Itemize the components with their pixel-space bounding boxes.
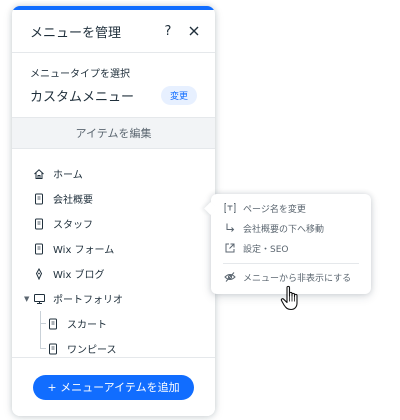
page-icon [32, 242, 46, 256]
menu-item-staff[interactable]: スタッフ [12, 211, 215, 236]
panel-footer: + メニューアイテムを追加 [12, 357, 215, 416]
menu-item-label: ホーム [53, 170, 83, 181]
close-button[interactable] [183, 20, 205, 42]
menu-item-label: Wix フォーム [53, 245, 115, 256]
menu-items-list: ホーム 会社概要 スタッフ Wix フォーム Wix ブログ ▼ ポートフォリオ… [12, 149, 215, 361]
context-menu-divider [223, 263, 359, 264]
question-mark-icon: ? [164, 23, 172, 39]
menu-item-label: スタッフ [53, 220, 93, 231]
panel-header: メニューを管理 ? [12, 10, 215, 52]
menu-item-home[interactable]: ホーム [12, 161, 215, 186]
menu-type-label: メニュータイプを選択 [30, 69, 130, 80]
rename-page-option[interactable]: ページ名を変更 [211, 198, 371, 218]
move-under-icon [224, 222, 236, 234]
menu-type-value: カスタムメニュー [30, 90, 135, 105]
settings-seo-label: 設定・SEO [243, 244, 289, 255]
move-under-option[interactable]: 会社概要の下へ移動 [211, 218, 371, 238]
submenu-tree-branch [40, 323, 46, 324]
menu-item-label: ポートフォリオ [53, 295, 123, 306]
submenu-tree-branch [40, 348, 46, 349]
page-icon [46, 342, 60, 356]
collapse-caret-icon[interactable]: ▼ [24, 295, 29, 303]
page-icon [46, 317, 60, 331]
move-under-label: 会社概要の下へ移動 [243, 224, 325, 235]
edit-items-bar: アイテムを編集 [12, 117, 215, 149]
portfolio-icon [32, 292, 46, 306]
page-icon [32, 217, 46, 231]
settings-seo-option[interactable]: 設定・SEO [211, 238, 371, 258]
menu-item-wix-blog[interactable]: Wix ブログ [12, 261, 215, 286]
menu-item-portfolio[interactable]: ▼ ポートフォリオ [12, 286, 215, 311]
submenu-tree-line [40, 311, 41, 349]
menu-item-about[interactable]: 会社概要 [12, 186, 215, 211]
manage-menu-panel: メニューを管理 ? メニュータイプを選択 カスタムメニュー 変更 アイテムを編集… [12, 6, 215, 416]
page-icon [32, 192, 46, 206]
rename-page-label: ページ名を変更 [243, 204, 306, 215]
hand-pointer-cursor-icon [280, 285, 298, 311]
close-icon [189, 26, 199, 36]
menu-item-wix-forms[interactable]: Wix フォーム [12, 236, 215, 261]
change-menu-type-button[interactable]: 変更 [160, 86, 197, 105]
add-menu-item-button[interactable]: + メニューアイテムを追加 [33, 374, 194, 400]
menu-item-label: ワンピース [67, 345, 117, 356]
menu-type-section: メニュータイプを選択 カスタムメニュー 変更 [12, 53, 215, 117]
hide-from-menu-label: メニューから非表示にする [243, 273, 352, 284]
help-button[interactable]: ? [157, 20, 179, 42]
menu-item-label: 会社概要 [53, 195, 93, 206]
menu-item-label: Wix ブログ [53, 270, 105, 281]
eye-off-icon [224, 271, 236, 283]
edit-items-label: アイテムを編集 [75, 127, 152, 140]
rename-icon [224, 202, 236, 214]
external-link-icon [224, 242, 236, 254]
blog-icon [32, 267, 46, 281]
menu-item-label: スカート [67, 320, 107, 331]
panel-title: メニューを管理 [30, 25, 122, 41]
item-context-menu: ページ名を変更 会社概要の下へ移動 設定・SEO メニューから非表示にする [204, 194, 371, 294]
home-icon [32, 167, 46, 181]
